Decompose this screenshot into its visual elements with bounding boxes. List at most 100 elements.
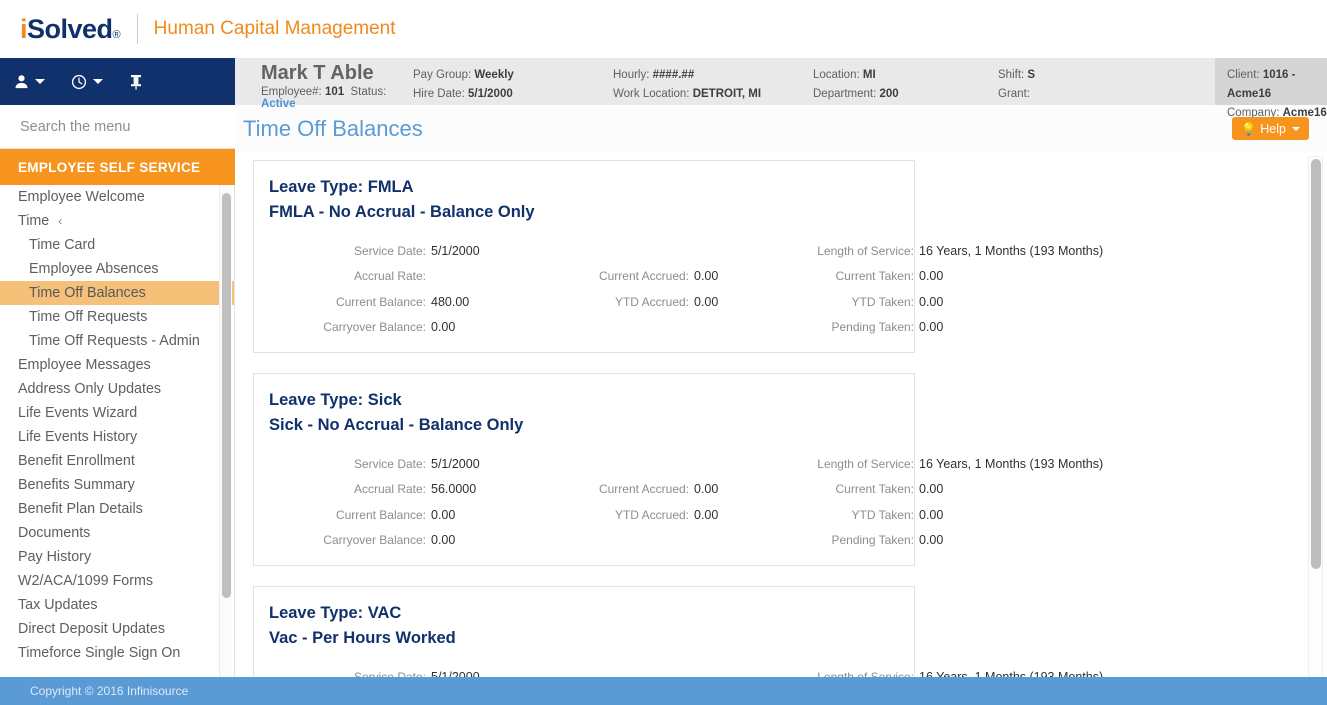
sidebar-item-label: Time Off Balances <box>29 285 146 301</box>
length-of-service-value: 16 Years, 1 Months (193 Months) <box>919 456 1104 471</box>
service-date-value: 5/1/2000 <box>431 243 480 258</box>
help-button[interactable]: 💡 Help <box>1232 117 1309 140</box>
client-label: Client: <box>1227 69 1260 81</box>
sidebar-item-employee-welcome[interactable]: Employee Welcome <box>0 185 234 209</box>
current-balance-label: Current Balance: <box>335 294 426 309</box>
sidebar-item-direct-deposit-updates[interactable]: Direct Deposit Updates <box>0 617 234 641</box>
chevron-left-icon: ‹ <box>58 214 63 228</box>
current-balance-value: 480.00 <box>431 294 470 309</box>
user-icon-button[interactable] <box>14 74 45 89</box>
hire-date-label: Hire Date: <box>413 88 465 100</box>
search-input[interactable] <box>18 117 208 136</box>
current-accrued-label: Current Accrued: <box>598 482 689 497</box>
balance-row: Carryover Balance: 0.00 Pending Taken: 0.00 <box>268 528 943 554</box>
sidebar-item-time-off-balances[interactable]: Time Off Balances <box>0 281 234 305</box>
employee-info-bar: Mark T Able Employee#: 101 Status: Activ… <box>235 58 1327 119</box>
balance-row: Carryover Balance: 0.00 Pending Taken: 0.00 <box>268 315 943 341</box>
current-taken-label: Current Taken: <box>835 269 915 284</box>
leave-balance-card-list: Leave Type: FMLA FMLA - No Accrual - Bala… <box>253 160 1327 705</box>
menu-search-bar[interactable] <box>0 105 235 149</box>
sidebar-item-label: Time <box>18 213 50 229</box>
sidebar-item-employee-messages[interactable]: Employee Messages <box>0 353 234 377</box>
employee-shift-column: Shift: S Grant: <box>998 58 1215 105</box>
hourly-value: ####.## <box>652 69 695 81</box>
employee-name: Mark T Able <box>261 62 374 84</box>
sidebar-item-time-off-requests[interactable]: Time Off Requests <box>0 305 234 329</box>
employee-location-column: Location: MI Department: 200 <box>813 58 998 105</box>
sidebar-item-time-card[interactable]: Time Card <box>0 233 234 257</box>
leave-balance-fields: Service Date: 5/1/2000 Length of Service: 1… <box>268 238 1103 341</box>
content-scroll-area: Leave Type: FMLA FMLA - No Accrual - Bala… <box>235 152 1327 705</box>
sidebar-item-label: W2/ACA/1099 Forms <box>18 573 154 589</box>
leave-plan-subtitle: Sick - No Accrual - Balance Only <box>269 416 524 434</box>
leave-balance-fields: Service Date: 5/1/2000 Length of Service: 1… <box>268 451 1103 554</box>
sidebar-item-time-off-requests-admin[interactable]: Time Off Requests - Admin <box>0 329 234 353</box>
sidebar-item-address-only-updates[interactable]: Address Only Updates <box>0 377 234 401</box>
sidebar-item-label: Time Off Requests <box>29 309 148 325</box>
ytd-accrued-value: 0.00 <box>694 507 719 522</box>
leave-type-title: Leave Type: FMLA <box>269 178 414 196</box>
sidebar-item-label: Pay History <box>18 549 92 565</box>
accrual-rate-label: Accrual Rate: <box>353 269 426 284</box>
shift-label: Shift: <box>998 69 1025 81</box>
logo-registered-mark: ® <box>112 28 121 41</box>
sidebar-item-benefits-summary[interactable]: Benefits Summary <box>0 473 234 497</box>
service-date-value: 5/1/2000 <box>431 456 480 471</box>
carryover-balance-label: Carryover Balance: <box>323 533 426 548</box>
sidebar-item-benefit-enrollment[interactable]: Benefit Enrollment <box>0 449 234 473</box>
pin-icon-button[interactable] <box>129 74 143 90</box>
current-accrued-label: Current Accrued: <box>598 269 689 284</box>
sidebar-item-w2-aca-1099-forms[interactable]: W2/ACA/1099 Forms <box>0 569 234 593</box>
leave-balance-card: Leave Type: Sick Sick - No Accrual - Bala… <box>253 373 1103 566</box>
service-date-label: Service Date: <box>353 456 426 471</box>
brand-bar: i Solved ® Human Capital Management <box>0 0 1327 58</box>
sidebar-item-benefit-plan-details[interactable]: Benefit Plan Details <box>0 497 234 521</box>
location-value: MI <box>862 69 876 81</box>
sidebar-scrollbar-thumb[interactable] <box>222 193 231 598</box>
sidebar-item-label: Employee Welcome <box>18 189 145 205</box>
employee-number-value: 101 <box>324 86 345 98</box>
shift-value: S <box>1027 69 1036 81</box>
sidebar-item-label: Benefit Enrollment <box>18 453 135 469</box>
length-of-service-label: Length of Service: <box>817 243 914 258</box>
service-row: Service Date: 5/1/2000 Length of Service: 1… <box>268 238 1103 264</box>
accrual-rate-value: 56.0000 <box>431 482 477 497</box>
isolved-logo[interactable]: i Solved ® <box>20 14 121 45</box>
sidebar-item-pay-history[interactable]: Pay History <box>0 545 234 569</box>
sidebar-menu-list: Employee Welcome Time ‹ Time Card Employee A… <box>0 185 234 665</box>
balance-row: Accrual Rate: Current Accrued: 0.00 Current… <box>268 264 943 290</box>
sidebar-item-label: Direct Deposit Updates <box>18 621 166 637</box>
employee-status-value: Active <box>261 98 296 110</box>
current-accrued-value: 0.00 <box>694 482 719 497</box>
balance-row: Current Balance: 0.00 YTD Accrued: 0.00 YTD … <box>268 502 943 528</box>
department-value: 200 <box>879 88 899 100</box>
pay-group-value: Weekly <box>474 69 514 81</box>
sidebar-item-time[interactable]: Time ‹ <box>0 209 234 233</box>
chevron-down-icon <box>93 79 103 84</box>
content-scrollbar-thumb[interactable] <box>1311 159 1321 569</box>
pending-taken-label: Pending Taken: <box>831 320 914 335</box>
pending-taken-label: Pending Taken: <box>831 533 914 548</box>
sidebar-item-timeforce-single-sign-on[interactable]: Timeforce Single Sign On <box>0 641 234 665</box>
current-accrued-value: 0.00 <box>694 269 719 284</box>
employee-identity: Mark T Able Employee#: 101 Status: Activ… <box>235 58 413 110</box>
logo-i-text: i <box>20 13 28 44</box>
leave-type-title: Leave Type: Sick <box>269 391 402 409</box>
sidebar-item-label: Benefit Plan Details <box>18 501 143 517</box>
content-scrollbar[interactable] <box>1308 156 1323 701</box>
sidebar-item-label: Employee Absences <box>29 261 159 277</box>
sidebar-item-life-events-wizard[interactable]: Life Events Wizard <box>0 401 234 425</box>
clock-icon-button[interactable] <box>71 74 103 90</box>
sidebar-scrollbar[interactable] <box>219 185 232 683</box>
sidebar-item-documents[interactable]: Documents <box>0 521 234 545</box>
work-location-value: DETROIT, MI <box>692 88 762 100</box>
chevron-down-icon <box>35 79 45 84</box>
current-balance-value: 0.00 <box>431 507 456 522</box>
sidebar-item-employee-absences[interactable]: Employee Absences <box>0 257 234 281</box>
clock-icon <box>71 74 87 90</box>
sidebar-item-life-events-history[interactable]: Life Events History <box>0 425 234 449</box>
pin-icon <box>129 74 143 90</box>
sidebar-item-tax-updates[interactable]: Tax Updates <box>0 593 234 617</box>
hire-date-value: 5/1/2000 <box>467 88 513 100</box>
carryover-balance-label: Carryover Balance: <box>323 320 426 335</box>
